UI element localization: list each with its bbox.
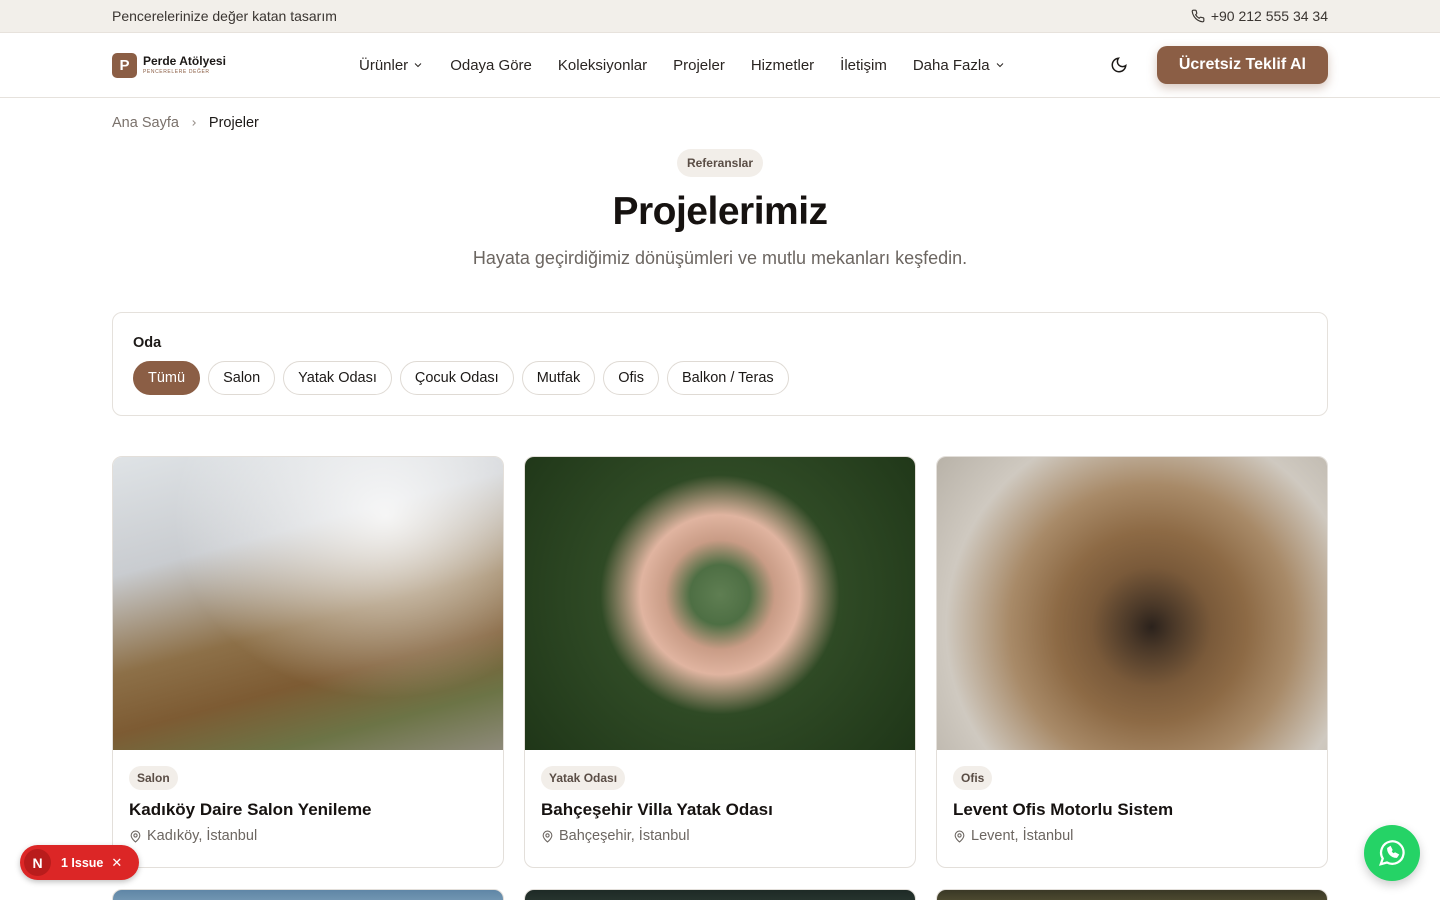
devtools-logo: N bbox=[24, 849, 51, 876]
project-location: Levent, İstanbul bbox=[953, 828, 1311, 844]
free-quote-button[interactable]: Ücretsiz Teklif Al bbox=[1156, 46, 1328, 84]
project-card[interactable]: Yatak Odası Bahçeşehir Villa Yatak Odası… bbox=[524, 456, 916, 868]
project-title: Levent Ofis Motorlu Sistem bbox=[953, 800, 1174, 819]
project-image bbox=[937, 457, 1327, 750]
breadcrumb-current: Projeler bbox=[208, 115, 259, 131]
section-badge: Referanslar bbox=[676, 149, 764, 177]
filter-chip-mutfak[interactable]: Mutfak bbox=[521, 361, 596, 395]
location-text: Kadıköy, İstanbul bbox=[147, 828, 258, 844]
project-location: Bahçeşehir, İstanbul bbox=[541, 828, 899, 844]
filter-chip-balkon-teras[interactable]: Balkon / Teras bbox=[667, 361, 789, 395]
dev-issues-badge[interactable]: N 1 Issue ✕ bbox=[20, 845, 139, 880]
brand-tagline: PENCERELERE DEĞER bbox=[143, 69, 210, 75]
project-title: Kadıköy Daire Salon Yenileme bbox=[129, 800, 372, 819]
project-title: Bahçeşehir Villa Yatak Odası bbox=[541, 800, 773, 819]
chevron-down-icon bbox=[414, 63, 422, 68]
filter-chips: Tümü Salon Yatak Odası Çocuk Odası Mutfa… bbox=[133, 361, 1307, 395]
filter-label: Oda bbox=[133, 335, 162, 351]
brand-name: Perde Atölyesi bbox=[143, 54, 226, 68]
nav-label: Ürünler bbox=[359, 56, 409, 74]
nav-label: İletişim bbox=[840, 56, 887, 74]
project-location: Kadıköy, İstanbul bbox=[129, 828, 487, 844]
project-room-tag: Salon bbox=[129, 766, 178, 790]
filter-chip-ofis[interactable]: Ofis bbox=[603, 361, 660, 395]
project-image bbox=[525, 457, 915, 750]
whatsapp-button[interactable] bbox=[1364, 825, 1420, 881]
filter-chip-cocuk-odasi[interactable]: Çocuk Odası bbox=[399, 361, 514, 395]
nav-label: Daha Fazla bbox=[912, 56, 990, 74]
nav-item-daha-fazla[interactable]: Daha Fazla bbox=[913, 57, 1006, 74]
chevron-down-icon bbox=[996, 63, 1003, 68]
project-card[interactable]: Ofis Levent Ofis Motorlu Sistem Levent, … bbox=[936, 456, 1328, 868]
page-subtitle: Hayata geçirdiğimiz dönüşümleri ve mutlu… bbox=[472, 248, 968, 268]
room-filter: Oda Tümü Salon Yatak Odası Çocuk Odası M… bbox=[112, 312, 1328, 416]
logo[interactable]: P Perde Atölyesi PENCERELERE DEĞER bbox=[112, 52, 342, 78]
project-grid: Salon Kadıköy Daire Salon Yenileme Kadık… bbox=[112, 456, 1328, 868]
close-icon[interactable]: ✕ bbox=[111, 855, 122, 871]
project-room-tag: Ofis bbox=[953, 766, 993, 790]
tagline: Pencerelerinize değer katan tasarım bbox=[112, 8, 337, 24]
main-nav: P Perde Atölyesi PENCERELERE DEĞER Ürünl… bbox=[0, 33, 1440, 98]
theme-toggle-button[interactable] bbox=[1099, 45, 1139, 85]
filter-chip-tumu[interactable]: Tümü bbox=[133, 361, 201, 395]
map-pin-icon bbox=[542, 830, 553, 843]
hero: Referanslar Projelerimiz Hayata geçirdiğ… bbox=[0, 149, 1440, 269]
phone-link[interactable]: +90 212 555 34 34 bbox=[1191, 8, 1328, 24]
whatsapp-icon bbox=[1378, 840, 1405, 866]
project-image bbox=[113, 457, 503, 750]
breadcrumb-home[interactable]: Ana Sayfa bbox=[112, 115, 179, 131]
nav-label: Koleksiyonlar bbox=[557, 56, 648, 74]
nav-label: Odaya Göre bbox=[450, 56, 532, 74]
map-pin-icon bbox=[954, 830, 965, 843]
logo-mark: P bbox=[112, 52, 137, 78]
issue-count: 1 Issue bbox=[61, 855, 104, 870]
moon-icon bbox=[1111, 57, 1127, 73]
map-pin-icon bbox=[130, 830, 141, 843]
nav-label: Projeler bbox=[673, 56, 725, 74]
phone-number: +90 212 555 34 34 bbox=[1210, 8, 1328, 24]
location-text: Bahçeşehir, İstanbul bbox=[559, 828, 690, 844]
nav-item-hizmetler[interactable]: Hizmetler bbox=[751, 57, 814, 74]
phone-icon bbox=[1191, 9, 1205, 23]
nav-menu: Ürünler Odaya Göre Koleksiyonlar Projele… bbox=[359, 57, 1006, 74]
project-card-partial[interactable] bbox=[936, 889, 1328, 900]
project-card[interactable]: Salon Kadıköy Daire Salon Yenileme Kadık… bbox=[112, 456, 504, 868]
filter-chip-yatak-odasi[interactable]: Yatak Odası bbox=[283, 361, 392, 395]
nav-item-koleksiyonlar[interactable]: Koleksiyonlar bbox=[558, 57, 647, 74]
filter-chip-salon[interactable]: Salon bbox=[208, 361, 276, 395]
project-card-partial[interactable] bbox=[524, 889, 916, 900]
project-room-tag: Yatak Odası bbox=[541, 766, 626, 790]
chevron-right-icon bbox=[192, 120, 196, 126]
next-project-row bbox=[112, 889, 1328, 900]
nav-label: Hizmetler bbox=[750, 56, 815, 74]
location-text: Levent, İstanbul bbox=[971, 828, 1074, 844]
nav-item-iletisim[interactable]: İletişim bbox=[840, 57, 887, 74]
nav-item-urunler[interactable]: Ürünler bbox=[359, 57, 424, 74]
top-bar: Pencerelerinize değer katan tasarım +90 … bbox=[0, 0, 1440, 33]
nav-item-projeler[interactable]: Projeler bbox=[673, 57, 725, 74]
breadcrumb: Ana Sayfa Projeler bbox=[0, 98, 1440, 131]
page-title: Projelerimiz bbox=[612, 190, 828, 233]
nav-item-odaya-gore[interactable]: Odaya Göre bbox=[450, 57, 532, 74]
project-card-partial[interactable] bbox=[112, 889, 504, 900]
